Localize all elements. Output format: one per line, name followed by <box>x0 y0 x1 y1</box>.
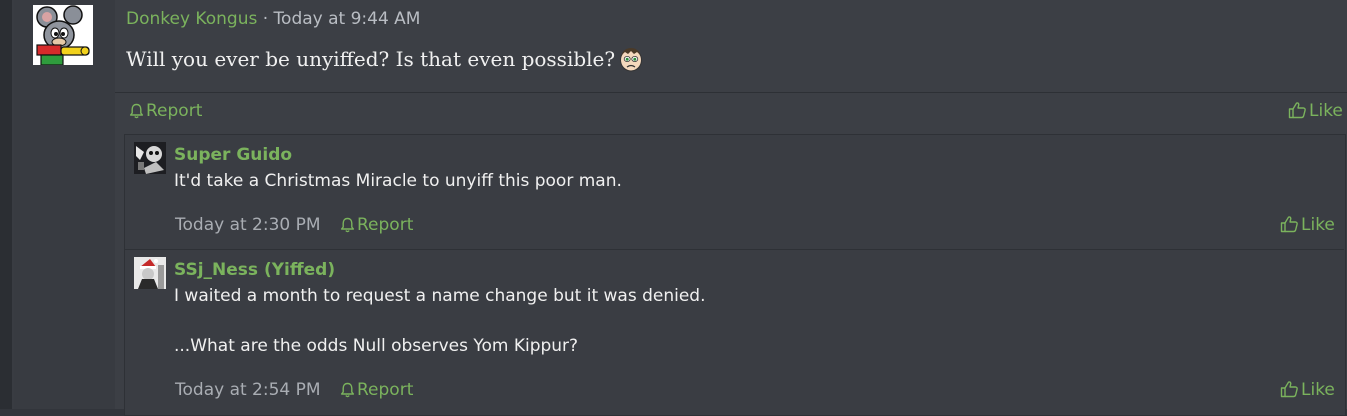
thumbs-up-icon <box>1288 102 1306 119</box>
bell-icon <box>340 217 355 233</box>
comment-text: ...What are the odds Null observes Yom K… <box>174 336 579 356</box>
report-button[interactable]: Report <box>129 99 202 123</box>
report-label: Report <box>146 101 203 121</box>
left-strip <box>0 0 12 409</box>
post-header: Donkey Kongus · Today at 9:44 AM <box>126 7 420 31</box>
comment-like-button[interactable]: Like <box>1280 213 1335 237</box>
comment-author[interactable]: SSj_Ness (Yiffed) <box>174 259 335 281</box>
comment-report-label: Report <box>357 215 414 235</box>
comment-report-label: Report <box>357 380 414 400</box>
comment-text: It'd take a Christmas Miracle to unyiff … <box>174 171 622 191</box>
thumbs-up-icon <box>1280 381 1298 398</box>
post-text: Will you ever be unyiffed? Is that even … <box>126 47 616 71</box>
comment-like-label: Like <box>1301 380 1335 400</box>
comment-report-button[interactable]: Report <box>340 213 413 237</box>
bell-icon <box>129 103 144 119</box>
mouse-mascot-avatar-image <box>33 5 93 65</box>
comment-avatar-image <box>134 142 166 174</box>
post-content: Will you ever be unyiffed? Is that even … <box>126 44 643 80</box>
comment-time[interactable]: Today at 2:30 PM <box>175 213 321 237</box>
thumbs-up-icon <box>1280 216 1298 233</box>
comment-author[interactable]: Super Guido <box>174 144 292 166</box>
like-label: Like <box>1309 101 1343 121</box>
like-button[interactable]: Like <box>1288 99 1343 123</box>
comment-divider <box>124 249 1344 250</box>
comment-like-button[interactable]: Like <box>1280 378 1335 402</box>
post-divider <box>115 92 1347 93</box>
comment-report-button[interactable]: Report <box>340 378 413 402</box>
post-author[interactable]: Donkey Kongus <box>126 9 257 29</box>
comment-avatar[interactable] <box>134 142 166 174</box>
comment-avatar-image <box>134 257 166 289</box>
post-time[interactable]: Today at 9:44 AM <box>274 9 421 29</box>
comment-avatar[interactable] <box>134 257 166 289</box>
avatar[interactable] <box>33 5 93 65</box>
comment-text: I waited a month to request a name chang… <box>174 286 706 306</box>
bell-icon <box>340 382 355 398</box>
header-separator: · <box>262 9 269 29</box>
sad-face-icon <box>619 46 643 80</box>
comment-time[interactable]: Today at 2:54 PM <box>175 378 321 402</box>
comment-like-label: Like <box>1301 215 1335 235</box>
